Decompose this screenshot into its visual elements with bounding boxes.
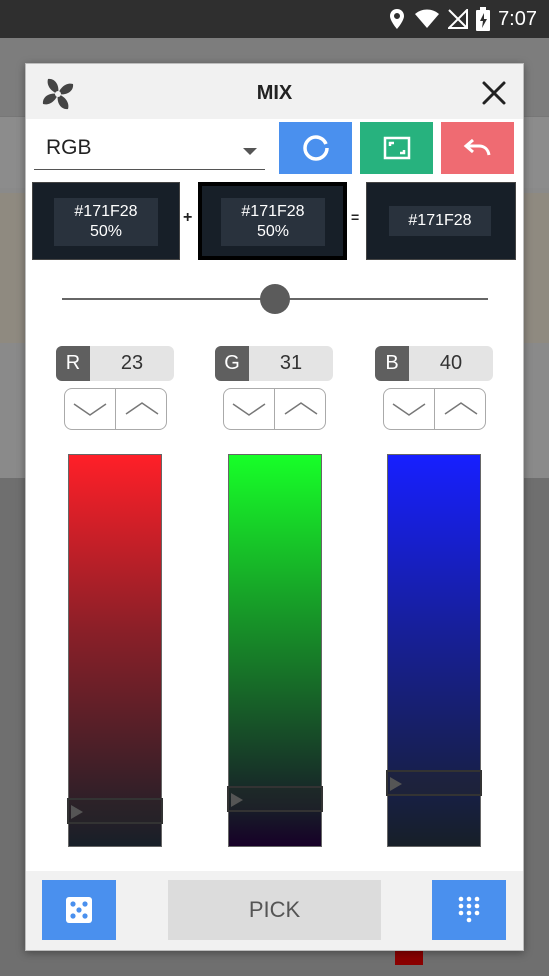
undo-button[interactable] (441, 122, 514, 174)
red-decrement-button[interactable] (65, 389, 116, 429)
location-icon (390, 9, 405, 29)
source-color-1-swatch[interactable]: #171F28 50% (32, 182, 180, 260)
blue-channel-label: B (375, 346, 409, 381)
status-time: 7:07 (498, 7, 537, 30)
blue-decrement-button[interactable] (384, 389, 435, 429)
result-color-hex: #171F28 (408, 212, 472, 229)
close-icon[interactable] (479, 78, 509, 108)
blue-increment-button[interactable] (435, 389, 486, 429)
red-channel-value[interactable]: 23 (90, 346, 174, 381)
blue-channel-value[interactable]: 40 (409, 346, 493, 381)
dialog-title: MIX (256, 82, 293, 104)
source-color-2-percent: 50% (256, 223, 290, 240)
chevron-up-icon (125, 402, 158, 415)
blue-channel-stepper (383, 388, 486, 430)
undo-icon (463, 138, 490, 156)
frame-icon (383, 136, 410, 160)
keypad-icon (458, 896, 480, 923)
chevron-up-icon (284, 402, 317, 415)
wifi-icon (415, 9, 440, 28)
status-bar: 7:07 (0, 0, 549, 38)
random-color-button[interactable] (42, 880, 116, 940)
pick-button[interactable]: PICK (168, 880, 381, 940)
dialog-footer: PICK (26, 871, 523, 950)
result-color-swatch[interactable]: #171F28 (366, 182, 516, 260)
blue-gradient-slider[interactable] (386, 454, 482, 847)
green-channel-value[interactable]: 31 (249, 346, 333, 381)
source-color-2-swatch[interactable]: #171F28 50% (198, 182, 347, 260)
chevron-down-icon (392, 403, 426, 416)
green-gradient-slider[interactable] (227, 454, 323, 847)
green-channel-label: G (215, 346, 249, 381)
red-gradient-slider[interactable] (67, 454, 163, 847)
source-color-1-percent: 50% (89, 223, 123, 240)
source-color-1-hex: #171F28 (74, 203, 138, 220)
red-channel-stepper (64, 388, 167, 430)
color-mode-value: RGB (46, 136, 92, 159)
color-mode-select[interactable]: RGB (34, 134, 265, 170)
no-signal-icon (448, 9, 469, 29)
blue-slider-handle[interactable] (386, 770, 482, 797)
green-slider-handle[interactable] (227, 786, 323, 813)
chevron-down-icon (243, 148, 257, 155)
refresh-button[interactable] (279, 122, 352, 174)
mix-slider-thumb[interactable] (260, 284, 290, 314)
chevron-up-icon (444, 402, 477, 415)
mix-ratio-slider[interactable] (62, 282, 488, 316)
chevron-down-icon (73, 403, 107, 416)
mix-dialog: MIX RGB #171F28 50% + #171F28 50% = #171… (25, 63, 524, 951)
plus-operator: + (183, 209, 193, 226)
keypad-button[interactable] (432, 880, 506, 940)
red-slider-handle[interactable] (67, 797, 163, 824)
battery-icon (476, 7, 491, 31)
chevron-down-icon (232, 403, 266, 416)
green-channel-stepper (223, 388, 326, 430)
red-channel-label: R (56, 346, 90, 381)
dice-icon (66, 897, 92, 923)
source-color-2-hex: #171F28 (241, 203, 305, 220)
red-increment-button[interactable] (116, 389, 167, 429)
refresh-icon (302, 135, 329, 161)
frame-button[interactable] (360, 122, 433, 174)
equals-operator: = (351, 209, 360, 225)
green-increment-button[interactable] (275, 389, 326, 429)
dialog-header: MIX (26, 64, 523, 119)
green-decrement-button[interactable] (224, 389, 275, 429)
